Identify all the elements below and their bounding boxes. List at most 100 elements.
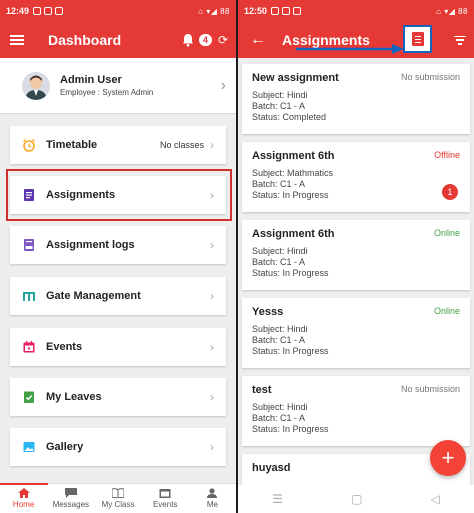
status-bar: 12:49 ⌂ ▾◢ 88 <box>0 0 236 22</box>
assignment-batch: Batch: C1 - A <box>252 335 306 345</box>
chevron-right-icon: › <box>210 440 214 454</box>
assignments-screen: 12:50 ⌂ ▾◢ 88 ← Assignments New assignme… <box>238 0 474 513</box>
assignment-card[interactable]: Assignment 6th Offline Subject: Mathmati… <box>242 142 470 212</box>
assignment-status: Status: In Progress <box>252 268 329 278</box>
menu-label: Timetable <box>46 139 98 151</box>
page-title: Dashboard <box>48 32 122 48</box>
assignment-status: Status: In Progress <box>252 346 329 356</box>
dashboard-screen: 12:49 ⌂ ▾◢ 88 Dashboard 4 ⟳ Admin User E… <box>0 0 236 513</box>
notification-icon <box>55 7 64 15</box>
menu-item-gallery[interactable]: Gallery › <box>10 428 226 466</box>
recents-icon[interactable]: ☰ <box>272 492 283 506</box>
menu-item-timetable[interactable]: Timetable No classes › <box>10 126 226 164</box>
report-icon <box>411 32 424 46</box>
assignment-card[interactable]: New assignment No submission Subject: Hi… <box>242 64 470 134</box>
chat-icon <box>64 488 77 498</box>
chevron-right-icon: › <box>210 289 214 303</box>
menu-item-my-leaves[interactable]: My Leaves › <box>10 378 226 416</box>
menu-item-events[interactable]: Events › <box>10 328 226 366</box>
system-navigation-bar: ☰ ▢ ◁ <box>238 485 474 513</box>
assignment-subject: Subject: Hindi <box>252 324 308 334</box>
assignment-subject: Subject: Hindi <box>252 90 308 100</box>
assignment-title: huyasd <box>252 462 291 474</box>
nav-label: Me <box>206 500 218 509</box>
status-time: 12:49 <box>6 6 30 16</box>
assignment-title: Assignment 6th <box>252 228 335 240</box>
assignment-batch: Batch: C1 - A <box>252 413 306 423</box>
submission-status-badge: Online <box>433 228 460 238</box>
image-icon <box>23 442 35 452</box>
bottom-navigation: Home Messages My Class Events Me <box>0 483 236 513</box>
menu-label: Assignment logs <box>46 239 135 251</box>
add-assignment-button[interactable]: + <box>430 440 466 476</box>
assignment-status: Status: In Progress <box>252 190 329 200</box>
assignment-card[interactable]: Assignment 6th Online Subject: Hindi Bat… <box>242 220 470 290</box>
menu-label: Events <box>46 341 83 353</box>
status-right: ⌂ ▾◢ 88 <box>436 6 468 16</box>
notification-icon <box>271 7 280 15</box>
menu-item-gate-management[interactable]: Gate Management › <box>10 277 226 315</box>
submission-status-badge: Offline <box>434 150 460 160</box>
status-right: ⌂ ▾◢ 88 <box>198 6 230 16</box>
notification-count-badge: 4 <box>198 34 212 46</box>
nav-label: Messages <box>52 500 90 509</box>
nav-home[interactable]: Home <box>0 484 47 513</box>
profile-role: Employee : System Admin <box>60 88 154 97</box>
chevron-right-icon: › <box>220 76 226 94</box>
chevron-right-icon: › <box>210 390 214 404</box>
person-icon <box>207 488 218 498</box>
nav-events[interactable]: Events <box>142 484 189 513</box>
status-bar: 12:50 ⌂ ▾◢ 88 <box>238 0 474 22</box>
active-tab-indicator <box>0 483 48 485</box>
calendar-icon <box>159 489 171 498</box>
assignment-batch: Batch: C1 - A <box>252 101 306 111</box>
submission-status-badge: No submission <box>400 72 460 82</box>
filter-icon[interactable] <box>454 35 466 45</box>
notification-icon <box>282 7 291 15</box>
assignment-batch: Batch: C1 - A <box>252 179 306 189</box>
notification-icon <box>293 7 302 15</box>
nav-messages[interactable]: Messages <box>47 484 94 513</box>
submission-count-badge: 1 <box>442 184 458 200</box>
bell-icon[interactable] <box>181 33 195 47</box>
assignment-card[interactable]: test No submission Subject: Hindi Batch:… <box>242 376 470 446</box>
assignment-subject: Subject: Mathmatics <box>252 168 334 178</box>
log-icon <box>24 239 34 251</box>
chevron-right-icon: › <box>210 238 214 252</box>
gate-icon <box>23 292 35 301</box>
home-button-icon[interactable]: ▢ <box>351 492 362 506</box>
menu-item-assignment-logs[interactable]: Assignment logs › <box>10 226 226 264</box>
nav-my-class[interactable]: My Class <box>94 484 141 513</box>
nav-me[interactable]: Me <box>189 484 236 513</box>
book-icon <box>112 488 124 498</box>
profile-card[interactable]: Admin User Employee : System Admin › <box>0 58 236 114</box>
pointer-arrow <box>296 44 404 54</box>
report-button[interactable] <box>403 25 432 53</box>
check-clipboard-icon <box>24 391 34 403</box>
assignment-subject: Subject: Hindi <box>252 246 308 256</box>
menu-label: My Leaves <box>46 391 102 403</box>
nav-label: Home <box>12 500 35 509</box>
status-time: 12:50 <box>244 6 268 16</box>
timetable-value: No classes <box>159 140 204 150</box>
menu-label: Gallery <box>46 441 84 453</box>
notification-icon <box>33 7 42 15</box>
back-icon[interactable]: ◁ <box>431 492 440 506</box>
home-icon <box>17 488 30 498</box>
back-arrow-icon[interactable]: ← <box>250 31 266 49</box>
calendar-icon <box>23 341 35 353</box>
nav-label: Events <box>152 500 178 509</box>
profile-name: Admin User <box>60 74 122 86</box>
highlight-box <box>6 169 232 221</box>
assignment-card[interactable]: Yesss Online Subject: Hindi Batch: C1 - … <box>242 298 470 368</box>
alarm-clock-icon <box>23 139 35 152</box>
nav-label: My Class <box>101 500 135 509</box>
avatar <box>22 71 50 100</box>
notification-icon <box>44 7 53 15</box>
refresh-icon[interactable]: ⟳ <box>218 33 228 47</box>
assignment-status: Status: In Progress <box>252 424 329 434</box>
menu-icon[interactable] <box>10 35 24 45</box>
assignment-subject: Subject: Hindi <box>252 402 308 412</box>
app-bar: Dashboard 4 ⟳ <box>0 22 236 58</box>
chevron-right-icon: › <box>210 138 214 152</box>
